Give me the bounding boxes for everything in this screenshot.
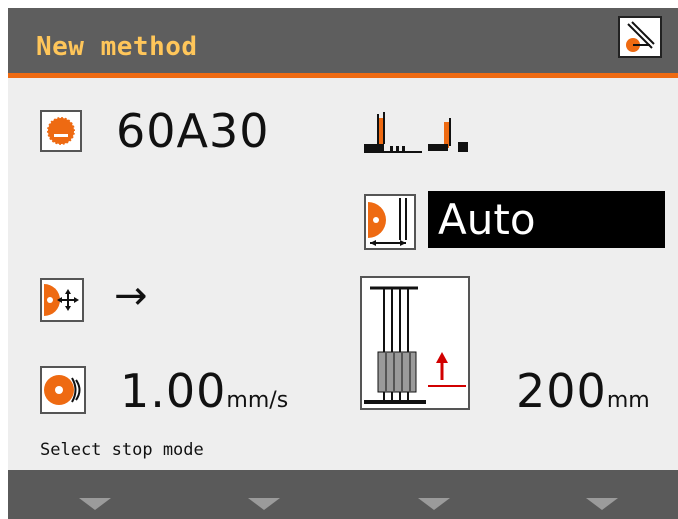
cut-length-value[interactable]: 200mm (516, 368, 650, 414)
step-cut-icon[interactable] (364, 110, 422, 154)
method-settings-icon[interactable] (618, 16, 662, 58)
wheel-value[interactable]: 60A30 (116, 108, 270, 154)
machine-screen: New method 60A30 Auto → 1.00mm/s 200mm S… (8, 8, 678, 519)
stop-mode-icon[interactable] (40, 278, 84, 322)
cutoff-wheel-icon[interactable] (40, 110, 82, 152)
page-title: New method (36, 32, 198, 62)
cut-length-number: 200 (516, 364, 607, 418)
feed-speed-icon[interactable] (40, 366, 86, 414)
wheel-size-icon[interactable] (364, 194, 416, 250)
feed-speed-number: 1.00 (120, 364, 227, 418)
cut-length-unit: mm (606, 388, 650, 413)
softkey-3[interactable] (418, 498, 450, 510)
single-cut-icon[interactable] (428, 116, 472, 156)
cut-length-icon[interactable] (360, 276, 470, 410)
softkey-4[interactable] (586, 498, 618, 510)
softkey-1[interactable] (79, 498, 111, 510)
stop-mode-arrow[interactable]: → (114, 276, 149, 316)
feed-speed-unit: mm/s (226, 388, 289, 413)
feed-speed-value[interactable]: 1.00mm/s (120, 368, 288, 414)
softkey-2[interactable] (248, 498, 280, 510)
status-text: Select stop mode (40, 440, 204, 460)
wheel-size-field[interactable]: Auto (428, 191, 665, 248)
title-bar: New method (8, 8, 678, 78)
softkey-bar (8, 470, 678, 519)
